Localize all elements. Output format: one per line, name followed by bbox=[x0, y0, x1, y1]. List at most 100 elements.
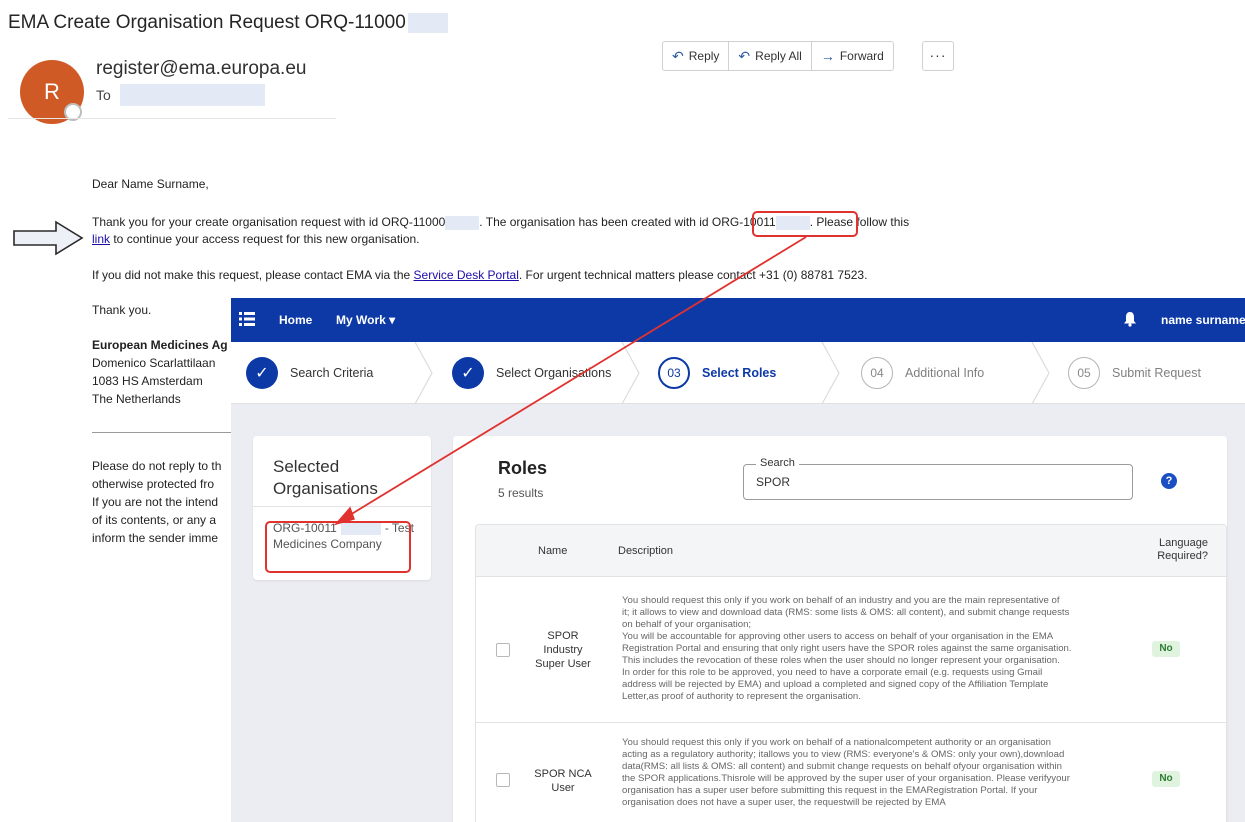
description-line: address will be rejected by EMA) and upl… bbox=[622, 679, 1049, 690]
step-select-roles[interactable]: 03 Select Roles bbox=[658, 342, 776, 404]
description-line: Registration Portal and ensuring that on… bbox=[622, 643, 1072, 654]
help-icon[interactable]: ? bbox=[1161, 473, 1177, 489]
panel-divider bbox=[253, 506, 431, 507]
description-line: organisation has a super user before sub… bbox=[622, 785, 1038, 796]
reply-icon: ↶ bbox=[672, 47, 684, 64]
email-actions: ↶ Reply ↶ Reply All → Forward bbox=[662, 41, 894, 71]
step-number: 03 bbox=[658, 357, 690, 389]
p1-text-a: Thank you for your create organisation r… bbox=[92, 215, 446, 229]
step-select-organisations[interactable]: ✓ Select Organisations bbox=[452, 342, 611, 404]
step-submit-request[interactable]: 05 Submit Request bbox=[1068, 342, 1201, 404]
col-language-line-2: Required? bbox=[1157, 550, 1208, 562]
reply-label: Reply bbox=[688, 49, 720, 63]
reply-button[interactable]: ↶ Reply bbox=[663, 42, 730, 70]
roles-panel: Roles 5 results Search SPOR ? Name Descr… bbox=[453, 436, 1227, 822]
more-actions-button[interactable]: ··· bbox=[922, 41, 954, 71]
to-label: To bbox=[96, 87, 111, 103]
bell-icon[interactable] bbox=[1123, 311, 1137, 327]
menu-icon[interactable] bbox=[239, 312, 255, 326]
role-checkbox[interactable] bbox=[496, 773, 510, 787]
reply-all-icon: ↶ bbox=[738, 47, 751, 64]
wizard-steps: ✓ Search Criteria ✓ Select Organisations… bbox=[231, 342, 1245, 404]
disclaimer-line-2: otherwise protected fro bbox=[92, 477, 215, 491]
nav-home[interactable]: Home bbox=[279, 313, 312, 327]
sender-address: register@ema.europa.eu bbox=[96, 58, 307, 79]
step-number: 04 bbox=[861, 357, 893, 389]
p1-text-d: to continue your access request for this… bbox=[110, 232, 420, 246]
nav-my-work[interactable]: My Work ▾ bbox=[336, 313, 395, 327]
search-input[interactable]: Search SPOR bbox=[743, 457, 1133, 500]
disclaimer-line-3: If you are not the intend bbox=[92, 495, 219, 509]
p1-text-b: . The organisation has been created with… bbox=[479, 215, 712, 229]
forward-label: Forward bbox=[839, 49, 884, 63]
description-line: In order for this role to be approved, y… bbox=[622, 667, 1043, 678]
description-line: This includes the revocation of these ro… bbox=[622, 655, 1060, 666]
description-line: organisation does not have a super user,… bbox=[622, 797, 946, 808]
language-required-badge: No bbox=[1152, 771, 1180, 787]
top-nav: Home My Work ▾ name surname bbox=[231, 298, 1245, 342]
description-line: Letter,as proof of authority to represen… bbox=[622, 691, 861, 702]
email-subject: EMA Create Organisation Request ORQ-1100… bbox=[8, 12, 448, 34]
role-description: You should request this only if you work… bbox=[622, 737, 1070, 809]
description-line: acting as a regulatory authority; itallo… bbox=[622, 749, 1065, 760]
role-name: SPOR NCA User bbox=[528, 767, 598, 795]
signature-address-2: 1083 HS Amsterdam bbox=[92, 374, 203, 388]
reply-all-button[interactable]: ↶ Reply All bbox=[729, 42, 812, 70]
language-required-badge: No bbox=[1152, 641, 1180, 657]
email-thanks: Thank you. bbox=[92, 303, 152, 317]
nav-user-name[interactable]: name surname bbox=[1161, 313, 1245, 327]
roles-title: Roles bbox=[498, 458, 548, 478]
description-line: data(RMS: all lists & OMS: all content) … bbox=[622, 761, 1062, 772]
col-language-required: Language Required? bbox=[1124, 537, 1208, 563]
role-name-line: SPOR bbox=[547, 630, 579, 642]
role-name-line: Industry bbox=[543, 644, 583, 656]
roles-table: Name Description Language Required? SPOR… bbox=[475, 524, 1227, 822]
role-name: SPOR Industry Super User bbox=[528, 629, 598, 671]
pointer-arrow-icon bbox=[13, 220, 84, 256]
signature-org: European Medicines Ag bbox=[92, 338, 228, 352]
email-greeting: Dear Name Surname, bbox=[92, 177, 209, 191]
email-paragraph-1-line-2: link to continue your access request for… bbox=[92, 232, 420, 246]
description-line: You should request this only if you work… bbox=[622, 595, 1060, 606]
col-language-line-1: Language bbox=[1159, 537, 1208, 549]
role-description: You should request this only if you work… bbox=[622, 595, 1072, 703]
step-label: Submit Request bbox=[1112, 366, 1201, 380]
signature-address-1: Domenico Scarlattilaan bbox=[92, 356, 216, 370]
step-separator-icon bbox=[821, 342, 840, 404]
step-label: Select Organisations bbox=[496, 366, 612, 380]
step-search-criteria[interactable]: ✓ Search Criteria bbox=[246, 342, 373, 404]
results-count: 5 results bbox=[498, 486, 544, 500]
col-name: Name bbox=[538, 545, 568, 557]
table-row: SPOR NCA User You should request this on… bbox=[476, 723, 1226, 822]
reply-all-label: Reply All bbox=[755, 49, 802, 63]
step-separator-icon bbox=[414, 342, 433, 404]
step-label: Additional Info bbox=[905, 366, 985, 380]
role-name-line: Super User bbox=[535, 658, 591, 670]
disclaimer-line-1: Please do not reply to th bbox=[92, 459, 222, 473]
disclaimer-line-5: inform the sender imme bbox=[92, 531, 219, 545]
continue-link[interactable]: link bbox=[92, 232, 110, 246]
signature-address-3: The Netherlands bbox=[92, 392, 181, 406]
avatar-initial: R bbox=[44, 79, 60, 104]
role-checkbox[interactable] bbox=[496, 643, 510, 657]
recipient-redacted bbox=[120, 84, 265, 106]
email-paragraph-2: If you did not make this request, please… bbox=[92, 268, 867, 282]
org-id-highlight bbox=[752, 211, 858, 237]
step-additional-info[interactable]: 04 Additional Info bbox=[861, 342, 984, 404]
description-line: on behalf of your organisation; bbox=[622, 619, 752, 630]
description-line: You should request this only if you work… bbox=[622, 737, 1051, 748]
header-divider bbox=[8, 118, 336, 119]
panel-title-line-2: Organisations bbox=[273, 479, 378, 498]
table-row: SPOR Industry Super User You should requ… bbox=[476, 577, 1226, 723]
step-label: Select Roles bbox=[702, 366, 777, 380]
signature-divider bbox=[92, 432, 232, 433]
selected-org-highlight bbox=[265, 521, 411, 573]
step-number: 05 bbox=[1068, 357, 1100, 389]
forward-button[interactable]: → Forward bbox=[812, 42, 893, 70]
p2-text-b: . For urgent technical matters please co… bbox=[518, 268, 868, 282]
step-separator-icon bbox=[1031, 342, 1050, 404]
step-separator-icon bbox=[621, 342, 640, 404]
p2-text-a: If you did not make this request, please… bbox=[92, 268, 414, 282]
service-desk-link[interactable]: Service Desk Portal bbox=[414, 268, 519, 282]
col-description: Description bbox=[618, 545, 674, 557]
